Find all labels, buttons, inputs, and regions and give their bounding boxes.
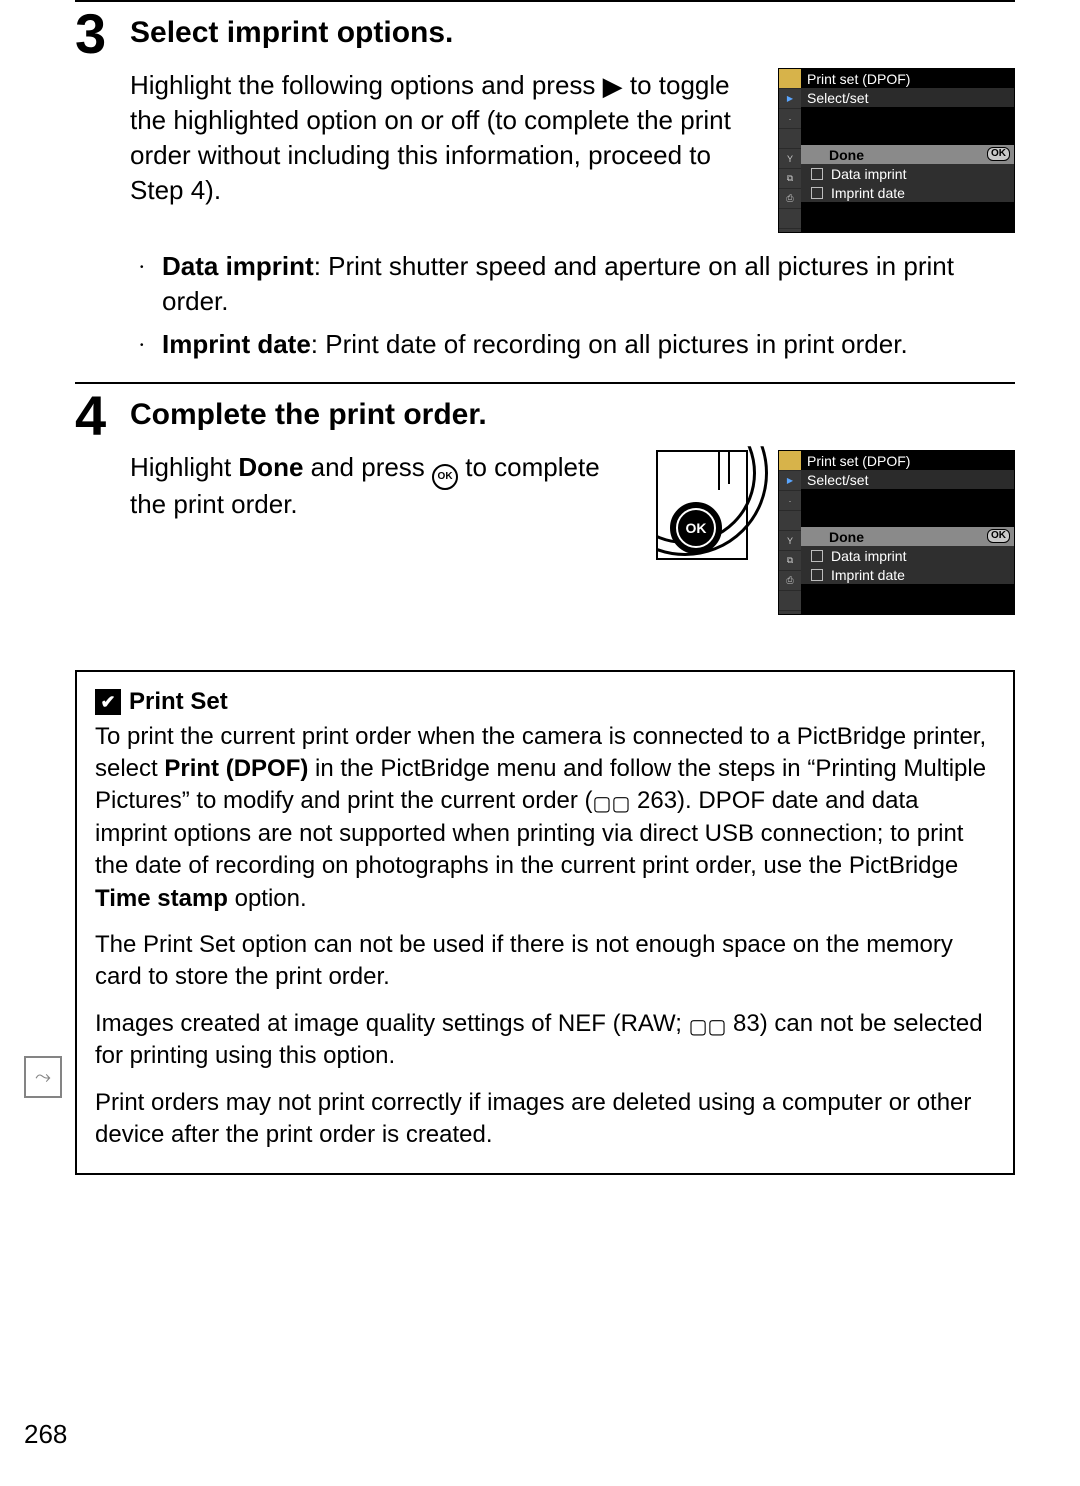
np1e: option.: [228, 885, 307, 912]
lcd-option-data-imprint: Data imprint: [801, 546, 1014, 565]
bullet-icon: •: [140, 339, 162, 353]
bullet1-head: Data imprint: [162, 251, 314, 281]
retouch-icon: Y: [779, 531, 801, 551]
bullet-imprint-date: • Imprint date: Print date of recording …: [140, 327, 1015, 362]
book-icon: ▢▢: [689, 1014, 727, 1041]
note-p3: Images created at image quality settings…: [95, 1008, 995, 1073]
step-3-number: 3: [75, 6, 130, 62]
checkbox-icon: [811, 168, 823, 180]
lcd-option-data-imprint: Data imprint: [801, 164, 1014, 183]
rule-mid: [75, 382, 1015, 384]
np3a: Images created at image quality settings…: [95, 1010, 689, 1037]
lcd-done-row: Done OK: [801, 145, 1014, 164]
step-3-para-a: Highlight the following options and pres…: [130, 70, 603, 100]
retouch-icon: Y: [779, 149, 801, 169]
adjust-icon: ⧉: [779, 169, 801, 189]
section-tab-icon: ⤳: [24, 1056, 62, 1098]
step-4-body: Complete the print order. Highlight Done…: [130, 394, 1015, 615]
ok-button-icon: OK: [670, 502, 722, 554]
step-3-text: Highlight the following options and pres…: [130, 68, 756, 208]
np1d: Time stamp: [95, 885, 228, 912]
step-3: 3 Select imprint options. Highlight the …: [75, 12, 1015, 382]
play-icon: ▶: [779, 471, 801, 491]
recent-icon: ⎙: [779, 571, 801, 591]
step-3-bullets: • Data imprint: Print shutter speed and …: [140, 249, 1015, 362]
lcd-opt2-text: Imprint date: [831, 567, 905, 583]
lcd-screenshot-1: ▶ · Y ⧉ ⎙ Print set (DPOF) Select/set: [778, 68, 1015, 233]
checkbox-icon: [811, 550, 823, 562]
checkbox-icon: [811, 187, 823, 199]
np1b: Print (DPOF): [164, 755, 308, 782]
step-4-text: Highlight Done and press OK to complete …: [130, 450, 634, 522]
ok-label: OK: [676, 508, 716, 548]
rule-top: [75, 0, 1015, 2]
check-box-icon: ✔: [95, 689, 121, 715]
lcd-opt2-text: Imprint date: [831, 185, 905, 201]
bullet-icon: •: [140, 261, 162, 275]
lcd-screenshot-2: ▶ · Y ⧉ ⎙ Print set (DPOF) Select/set: [778, 450, 1015, 615]
bullet-data-imprint: • Data imprint: Print shutter speed and …: [140, 249, 1015, 319]
lcd-subtitle: Select/set: [801, 470, 1014, 489]
lcd-option-imprint-date: Imprint date: [801, 565, 1014, 584]
step-4-title: Complete the print order.: [130, 398, 1015, 432]
s4b: Done: [238, 452, 303, 482]
note-title-row: ✔ Print Set: [95, 686, 995, 718]
recent-icon: ⎙: [779, 189, 801, 209]
step-4: 4 Complete the print order. Highlight Do…: [75, 394, 1015, 615]
lcd-ok-badge: OK: [987, 529, 1010, 543]
lcd-done-text: Done: [829, 529, 864, 545]
adjust-icon: ⧉: [779, 551, 801, 571]
checkbox-icon: [811, 569, 823, 581]
bullet2-head: Imprint date: [162, 329, 311, 359]
page-number: 268: [24, 1419, 67, 1450]
lcd-option-imprint-date: Imprint date: [801, 183, 1014, 202]
step-4-number: 4: [75, 388, 130, 444]
right-triangle-icon: ▶: [603, 69, 623, 104]
play-icon: ▶: [779, 89, 801, 109]
s4c: and press: [303, 452, 432, 482]
note-p1: To print the current print order when th…: [95, 721, 995, 915]
note-p4: Print orders may not print correctly if …: [95, 1087, 995, 1152]
lcd-done-text: Done: [829, 147, 864, 163]
s4a: Highlight: [130, 452, 238, 482]
lcd-opt1-text: Data imprint: [831, 166, 906, 182]
step-3-title: Select imprint options.: [130, 16, 1015, 50]
ok-circle-icon: OK: [432, 464, 458, 490]
bullet2-tail: : Print date of recording on all picture…: [311, 329, 908, 359]
manual-page: 3 Select imprint options. Highlight the …: [0, 0, 1080, 1486]
note-title: Print Set: [129, 686, 228, 718]
lcd-sidebar-icons: ▶ · Y ⧉ ⎙: [779, 69, 801, 232]
lcd-title: Print set (DPOF): [801, 69, 1014, 88]
step-3-body: Select imprint options. Highlight the fo…: [130, 12, 1015, 382]
lcd-sidebar-icons: ▶ · Y ⧉ ⎙: [779, 451, 801, 614]
lcd-title: Print set (DPOF): [801, 451, 1014, 470]
lcd-ok-badge: OK: [987, 147, 1010, 161]
ok-button-illustration: OK: [656, 450, 748, 560]
lcd-done-row: Done OK: [801, 527, 1014, 546]
book-icon: ▢▢: [593, 791, 631, 818]
lcd-subtitle: Select/set: [801, 88, 1014, 107]
note-print-set: ✔ Print Set To print the current print o…: [75, 670, 1015, 1175]
note-p2: The Print Set option can not be used if …: [95, 929, 995, 994]
lcd-opt1-text: Data imprint: [831, 548, 906, 564]
